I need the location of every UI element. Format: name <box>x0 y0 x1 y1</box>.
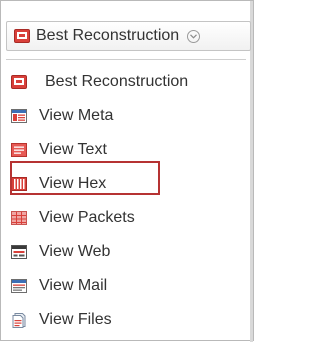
menu-item-view-files[interactable]: View Files <box>11 303 246 337</box>
menu-item-view-packets[interactable]: View Packets <box>11 201 246 235</box>
menu-item-label: View Text <box>39 141 107 158</box>
menu-item-view-hex[interactable]: View Hex <box>11 167 246 201</box>
menu-item-view-meta[interactable]: View Meta <box>11 99 246 133</box>
menu-item-best-reconstruction[interactable]: Best Reconstruction <box>11 65 246 99</box>
menu-item-label: View Packets <box>39 209 135 226</box>
best-reconstruction-icon <box>14 29 30 43</box>
menu-item-view-text[interactable]: View Text <box>11 133 246 167</box>
panel-edge <box>250 1 253 342</box>
menu-divider <box>6 59 246 60</box>
web-icon <box>11 245 27 259</box>
chevron-down-icon[interactable] <box>187 29 201 43</box>
files-icon <box>12 313 26 328</box>
mail-icon <box>11 279 27 293</box>
hex-icon <box>11 177 27 191</box>
packets-icon <box>11 211 27 225</box>
menu-item-view-mail[interactable]: View Mail <box>11 269 246 303</box>
menu-item-label: Best Reconstruction <box>45 73 189 90</box>
reconstruction-menu: Best Reconstruction View Meta View Text <box>10 65 246 337</box>
reconstruction-panel: Best Reconstruction Best Reconstruction <box>0 0 254 342</box>
meta-icon <box>11 109 27 123</box>
menu-item-label: View Hex <box>39 175 107 192</box>
selector-label: Best Reconstruction <box>36 27 180 44</box>
menu-item-view-web[interactable]: View Web <box>11 235 246 269</box>
reconstruction-selector[interactable]: Best Reconstruction <box>6 21 251 51</box>
text-icon <box>11 143 27 157</box>
menu-item-label: View Mail <box>39 277 108 294</box>
best-reconstruction-icon <box>11 75 27 89</box>
menu-item-label: View Meta <box>39 107 114 124</box>
menu-item-label: View Web <box>39 243 111 260</box>
menu-item-label: View Files <box>39 311 112 328</box>
